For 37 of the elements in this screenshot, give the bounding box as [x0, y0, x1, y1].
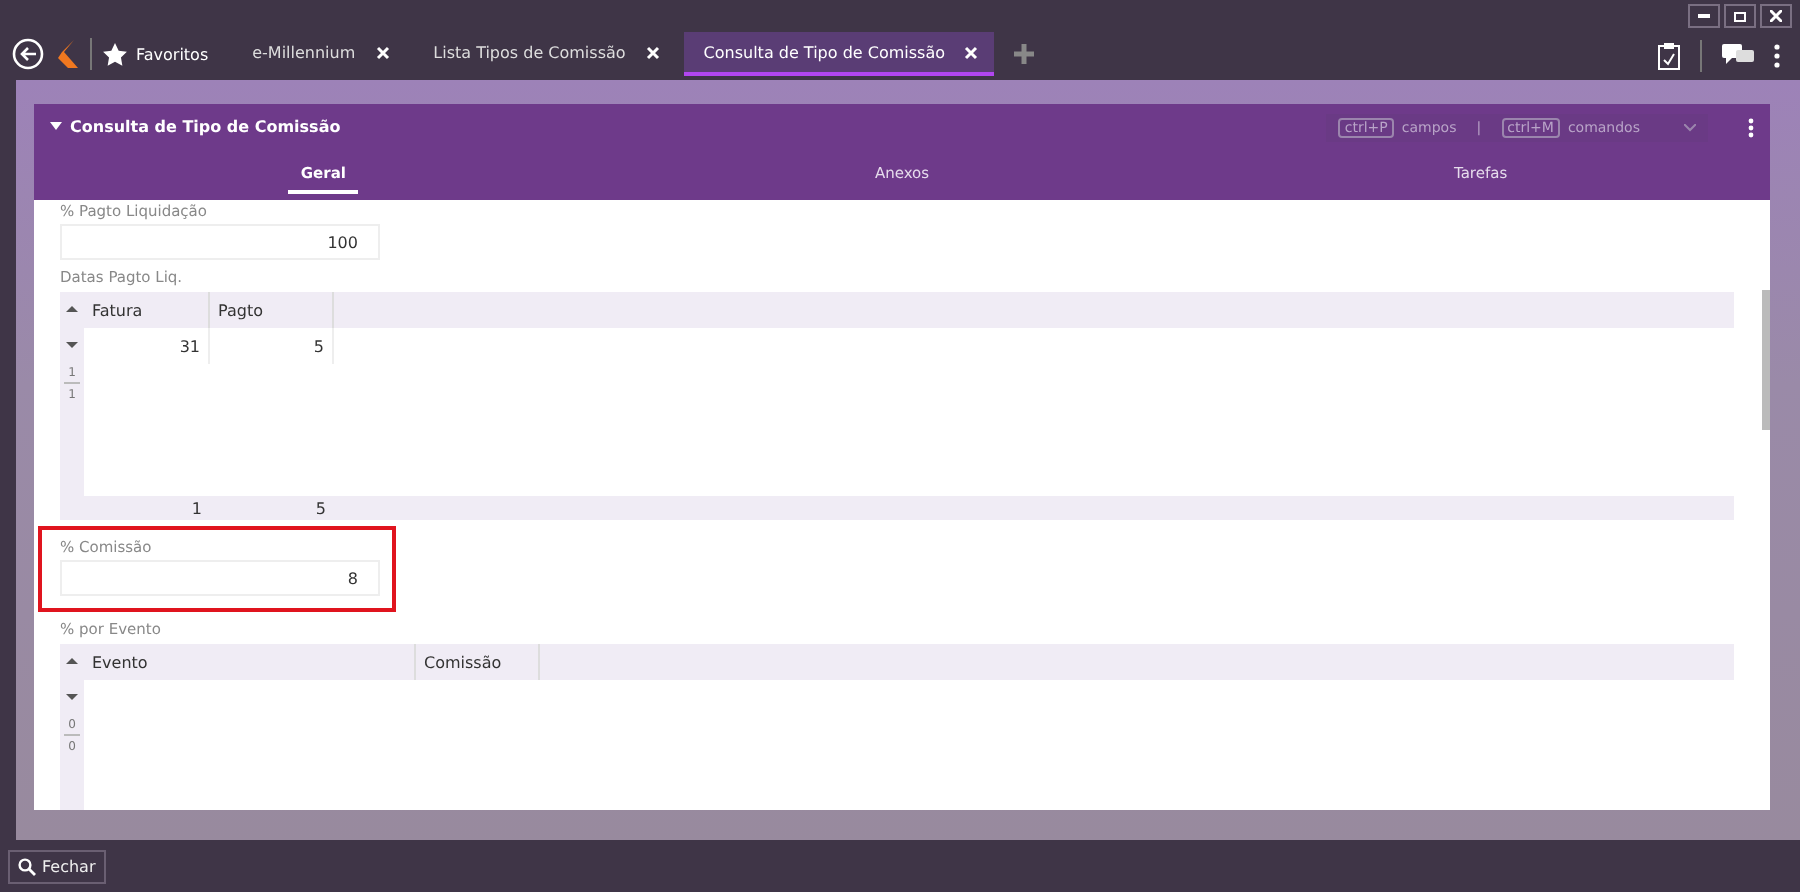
clipboard-icon[interactable] [1658, 42, 1680, 70]
close-button[interactable]: Fechar [8, 849, 106, 883]
chevron-down-icon[interactable] [1684, 123, 1696, 131]
scrollbar-thumb[interactable] [1762, 290, 1770, 430]
browser-tab[interactable]: Consulta de Tipo de Comissão [683, 32, 995, 76]
more-icon[interactable] [1774, 44, 1780, 68]
minimize-icon [1698, 14, 1710, 18]
chat-icon[interactable] [1722, 44, 1754, 68]
close-icon[interactable] [645, 45, 660, 59]
close-button[interactable] [1760, 4, 1792, 28]
star-icon[interactable] [102, 41, 128, 67]
column-total: 1 [189, 499, 204, 517]
search-icon [18, 857, 36, 875]
input-field[interactable]: 100 [60, 224, 380, 260]
browser-tab[interactable]: Lista Tipos de Comissão [413, 32, 676, 76]
table-cell: 5 [210, 328, 334, 364]
collapse-icon[interactable] [50, 122, 62, 132]
column-total: 5 [313, 499, 328, 517]
minimize-button[interactable] [1688, 4, 1720, 28]
maximize-button[interactable] [1724, 4, 1756, 28]
sort-up-icon[interactable] [66, 656, 78, 666]
browser-tab[interactable]: e-Millennium [232, 32, 406, 76]
panel-title: Consulta de Tipo de Comissão [70, 118, 341, 136]
table-cell: 31 [84, 328, 210, 364]
close-icon [1770, 10, 1782, 22]
add-tab-icon[interactable] [1014, 44, 1035, 64]
sort-down-icon[interactable] [66, 340, 78, 350]
close-icon[interactable] [964, 45, 979, 59]
close-icon[interactable] [375, 45, 390, 59]
back-icon[interactable] [12, 38, 44, 70]
favorites-label[interactable]: Favoritos [136, 45, 209, 63]
maximize-icon [1734, 11, 1746, 21]
more-icon[interactable] [1748, 117, 1754, 137]
input-field[interactable]: 8 [60, 560, 380, 596]
logo-icon[interactable] [56, 40, 80, 68]
sort-down-icon[interactable] [66, 692, 78, 702]
sort-up-icon[interactable] [66, 304, 78, 314]
